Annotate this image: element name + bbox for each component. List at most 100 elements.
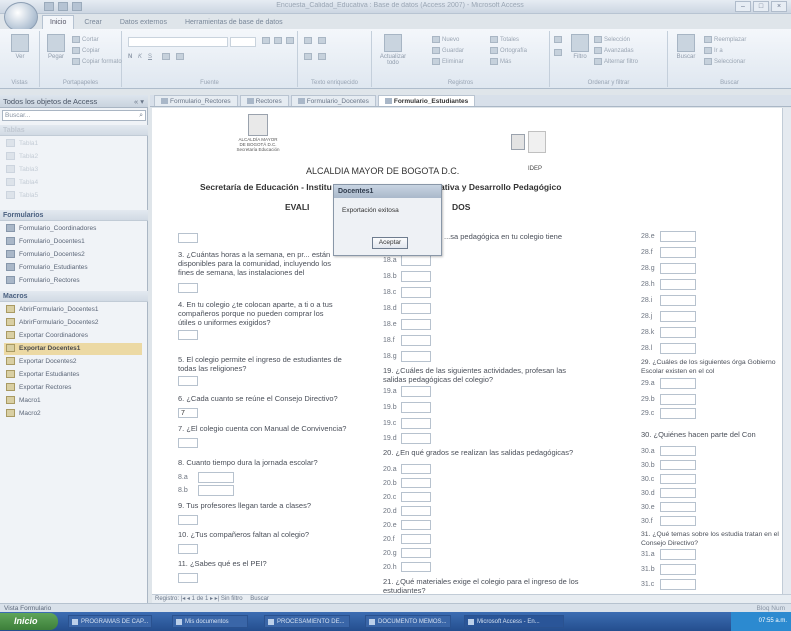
- nav-item-formulario-estudiantes[interactable]: Formulario_Estudiantes: [6, 262, 88, 274]
- alternar-filtro-button[interactable]: Alternar filtro: [594, 58, 638, 67]
- answer-field[interactable]: [178, 330, 198, 340]
- nav-section-formularios[interactable]: Formularios: [0, 210, 148, 221]
- answer-field-28e[interactable]: [660, 231, 696, 242]
- close-button[interactable]: ×: [771, 1, 787, 12]
- sort-desc-button[interactable]: [554, 49, 564, 58]
- underline-button[interactable]: S: [148, 53, 152, 62]
- actualizar-button[interactable]: Actualizar todo: [376, 34, 410, 68]
- ortografia-button[interactable]: Ortografía: [490, 47, 527, 56]
- nav-item-macro[interactable]: Exportar Coordinadores: [6, 330, 88, 342]
- answer-field-20c[interactable]: [401, 492, 431, 502]
- vertical-scrollbar[interactable]: [782, 108, 791, 594]
- answer-field-20b[interactable]: [401, 478, 431, 488]
- bold-button[interactable]: N: [128, 53, 132, 62]
- answer-field-31c[interactable]: [660, 579, 696, 590]
- tab-datos-externos[interactable]: Datos externos: [112, 15, 175, 29]
- copiar-button[interactable]: Copiar: [72, 47, 100, 56]
- nav-item-macro[interactable]: Exportar Docentes2: [6, 356, 76, 368]
- mas-button[interactable]: Más: [490, 58, 511, 67]
- nav-section-macros[interactable]: Macros: [0, 291, 148, 302]
- answer-field-8b[interactable]: [198, 485, 234, 496]
- nav-item-macro[interactable]: AbrirFormulario_Docentes1: [6, 304, 98, 316]
- undo-icon[interactable]: [58, 2, 68, 11]
- tab-rectores[interactable]: Rectores: [239, 95, 289, 106]
- answer-field-30f[interactable]: [660, 516, 696, 526]
- nav-item-macro-selected[interactable]: Exportar Docentes1: [4, 343, 142, 355]
- answer-field-20d[interactable]: [401, 506, 431, 516]
- ir-a-button[interactable]: Ir a: [704, 47, 723, 56]
- answer-field[interactable]: [178, 515, 198, 525]
- nav-search-input[interactable]: Buscar... ⌕: [2, 110, 146, 121]
- numbering-button[interactable]: [318, 53, 328, 62]
- answer-field[interactable]: [178, 544, 198, 554]
- search-icon[interactable]: ⌕: [139, 111, 143, 121]
- answer-field-20a[interactable]: [401, 464, 431, 474]
- answer-field-28l[interactable]: [660, 343, 696, 354]
- answer-field-8a[interactable]: [198, 472, 234, 483]
- bullets-button[interactable]: [304, 53, 314, 62]
- filter-status[interactable]: Sin filtro: [221, 596, 243, 602]
- align-center-button[interactable]: [274, 37, 284, 46]
- answer-field-19c[interactable]: [401, 418, 431, 429]
- answer-field-20h[interactable]: [401, 562, 431, 572]
- answer-field-29a[interactable]: [660, 378, 696, 389]
- nav-item-tabla[interactable]: Tabla5: [6, 190, 38, 202]
- answer-field[interactable]: [178, 376, 198, 386]
- font-color-button[interactable]: [162, 53, 172, 62]
- guardar-button[interactable]: Guardar: [432, 47, 464, 56]
- reemplazar-button[interactable]: Reemplazar: [704, 36, 746, 45]
- buscar-button[interactable]: Buscar: [674, 34, 698, 68]
- answer-field-q6[interactable]: 7: [178, 408, 198, 418]
- taskbar-item[interactable]: PROGRAMAS DE CAP...: [68, 615, 152, 628]
- answer-field[interactable]: [178, 438, 198, 448]
- answer-field-19b[interactable]: [401, 402, 431, 413]
- answer-field-30c[interactable]: [660, 474, 696, 484]
- save-icon[interactable]: [44, 2, 54, 11]
- nav-item-formulario-rectores[interactable]: Formulario_Rectores: [6, 275, 80, 287]
- accept-button[interactable]: Aceptar: [372, 237, 408, 249]
- answer-field-19a[interactable]: [401, 386, 431, 397]
- answer-field-28j[interactable]: [660, 311, 696, 322]
- taskbar-item[interactable]: DOCUMENTO MEMOS...: [365, 615, 451, 628]
- ver-button[interactable]: Ver: [8, 34, 32, 68]
- indent-button[interactable]: [304, 37, 314, 46]
- nav-item-macro[interactable]: AbrirFormulario_Docentes2: [6, 317, 98, 329]
- answer-field-31b[interactable]: [660, 564, 696, 575]
- answer-field-30b[interactable]: [660, 460, 696, 470]
- answer-field-30d[interactable]: [660, 488, 696, 498]
- answer-field-18b[interactable]: [401, 271, 431, 282]
- next-record-button[interactable]: ▸ ▸|: [210, 596, 221, 602]
- taskbar-item[interactable]: PROCESAMIENTO DE...: [264, 615, 350, 628]
- answer-field[interactable]: [178, 283, 198, 293]
- nav-item-formulario-docentes1[interactable]: Formulario_Docentes1: [6, 236, 85, 248]
- italic-button[interactable]: K: [138, 53, 142, 62]
- answer-field-18g[interactable]: [401, 351, 431, 362]
- cortar-button[interactable]: Cortar: [72, 36, 99, 45]
- outdent-button[interactable]: [318, 37, 328, 46]
- tab-formulario-docentes[interactable]: Formulario_Docentes: [290, 95, 376, 106]
- nav-section-tablas[interactable]: Tablas: [0, 125, 148, 136]
- nav-item-tabla[interactable]: Tabla4: [6, 177, 38, 189]
- seleccion-button[interactable]: Selección: [594, 36, 630, 45]
- answer-field-19d[interactable]: [401, 433, 431, 444]
- answer-field-18d[interactable]: [401, 303, 431, 314]
- answer-field[interactable]: [178, 233, 198, 243]
- nav-item-macro[interactable]: Exportar Estudiantes: [6, 369, 79, 381]
- nuevo-button[interactable]: Nuevo: [432, 36, 459, 45]
- seleccionar-button[interactable]: Seleccionar: [704, 58, 745, 67]
- font-name-select[interactable]: [128, 37, 228, 47]
- answer-field-18c[interactable]: [401, 287, 431, 298]
- tab-crear[interactable]: Crear: [76, 15, 110, 29]
- totales-button[interactable]: Totales: [490, 36, 519, 45]
- align-left-button[interactable]: [262, 37, 272, 46]
- nav-item-macro[interactable]: Exportar Rectores: [6, 382, 71, 394]
- record-position-input[interactable]: 1 de 1: [192, 596, 209, 602]
- minimize-button[interactable]: –: [735, 1, 751, 12]
- answer-field-28i[interactable]: [660, 295, 696, 306]
- filtro-button[interactable]: Filtro: [568, 34, 592, 68]
- answer-field-20g[interactable]: [401, 548, 431, 558]
- nav-item-formulario-docentes2[interactable]: Formulario_Docentes2: [6, 249, 85, 261]
- first-record-button[interactable]: |◂ ◂: [181, 596, 192, 602]
- maximize-button[interactable]: □: [753, 1, 769, 12]
- answer-field-20e[interactable]: [401, 520, 431, 530]
